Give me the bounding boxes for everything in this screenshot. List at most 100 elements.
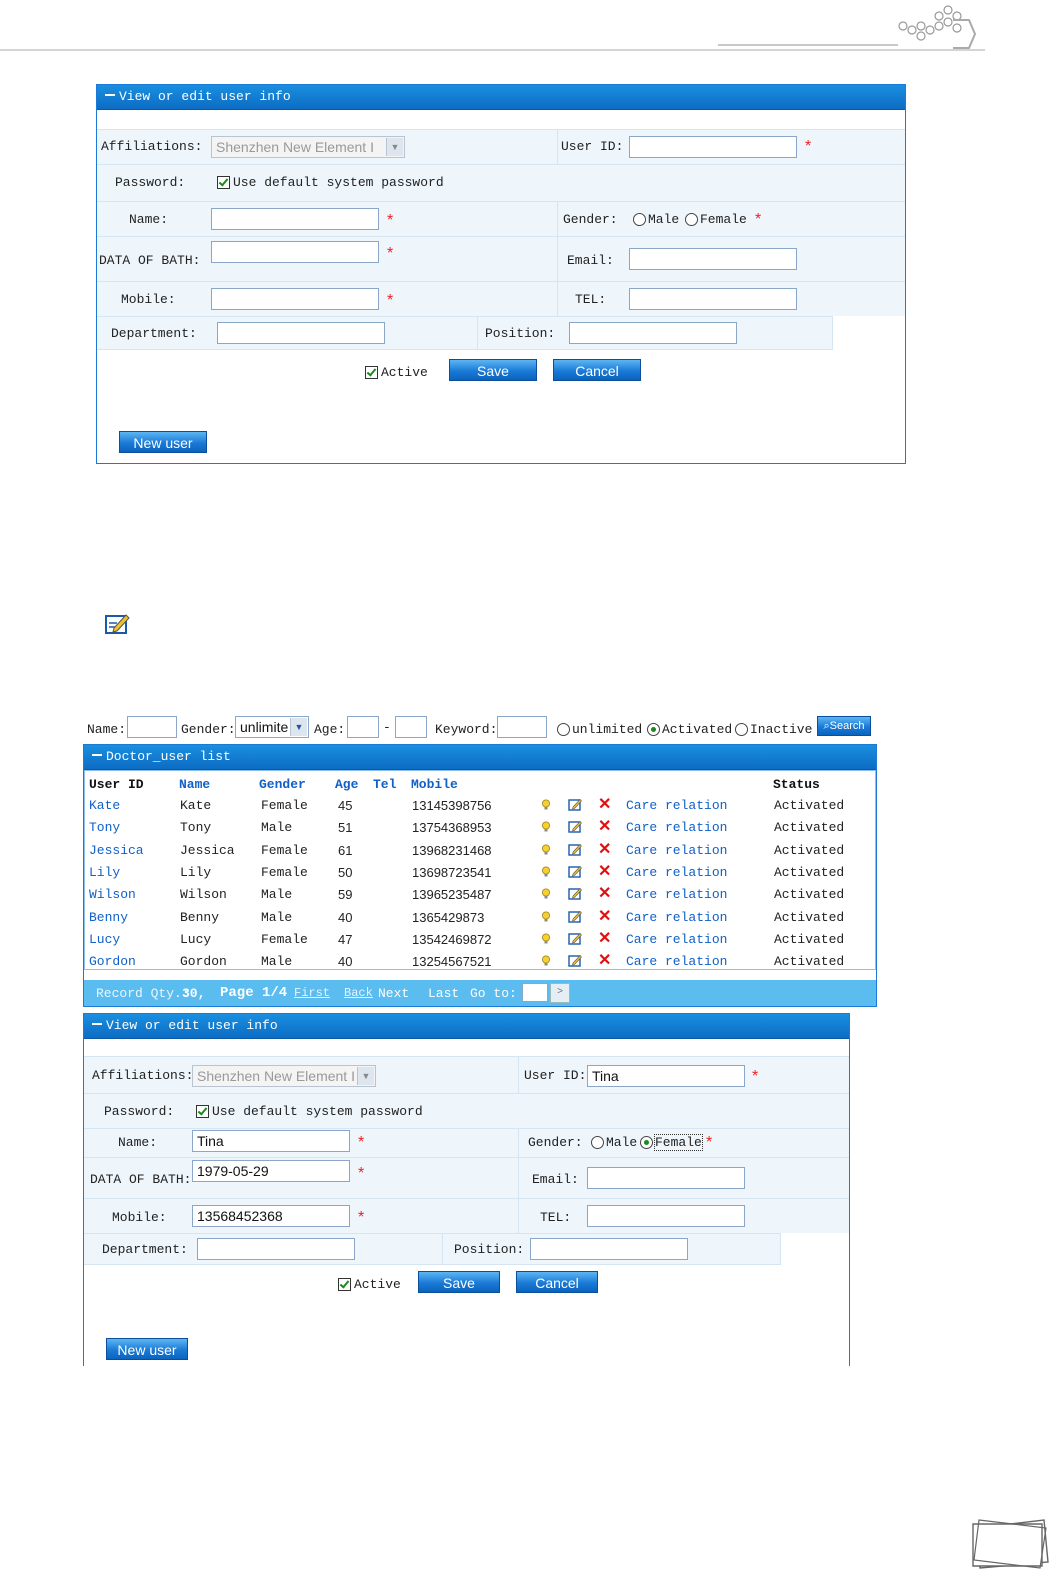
age-from-input[interactable]: [347, 716, 379, 738]
back-page-link[interactable]: Back: [344, 986, 373, 1000]
edit-icon[interactable]: [568, 932, 582, 945]
department-input[interactable]: [197, 1238, 355, 1260]
user-id-link[interactable]: Gordon: [89, 954, 136, 969]
save-button[interactable]: Save: [418, 1271, 500, 1293]
user-id-link[interactable]: Tony: [89, 820, 120, 835]
position-input[interactable]: [569, 322, 737, 344]
user-id-link[interactable]: Kate: [89, 798, 120, 813]
active-checkbox[interactable]: [365, 366, 378, 380]
search-button[interactable]: ⌕Search: [817, 716, 871, 736]
name-input[interactable]: [211, 208, 379, 230]
user-id-link[interactable]: Benny: [89, 910, 128, 925]
next-page-link[interactable]: Next: [378, 986, 409, 1001]
gender-female-option[interactable]: Female: [685, 212, 747, 227]
save-button[interactable]: Save: [449, 359, 537, 381]
default-password-checkbox[interactable]: [217, 176, 230, 190]
age-to-input[interactable]: [395, 716, 427, 738]
cancel-button[interactable]: Cancel: [553, 359, 641, 381]
user-id-link[interactable]: Jessica: [89, 843, 144, 858]
cancel-button[interactable]: Cancel: [516, 1271, 598, 1293]
user-id-link[interactable]: Wilson: [89, 887, 136, 902]
male-radio[interactable]: [591, 1136, 604, 1150]
view-bulb-icon[interactable]: [541, 844, 551, 855]
delete-icon[interactable]: ✕: [598, 863, 611, 879]
edit-icon[interactable]: [568, 910, 582, 923]
edit-icon[interactable]: [568, 820, 582, 833]
user-id-input[interactable]: Tina: [587, 1065, 745, 1087]
collapse-dash-icon[interactable]: [92, 753, 102, 756]
gender-male-option[interactable]: Male: [591, 1135, 637, 1150]
keyword-input[interactable]: [497, 716, 547, 738]
name-input[interactable]: Tina: [192, 1130, 350, 1152]
new-user-button[interactable]: New user: [119, 431, 207, 453]
col-gender[interactable]: Gender: [259, 777, 306, 792]
user-id-input[interactable]: [629, 136, 797, 158]
delete-icon[interactable]: ✕: [598, 841, 611, 857]
affiliations-select[interactable]: Shenzhen New Element I ▼: [192, 1065, 376, 1087]
female-radio[interactable]: [685, 213, 698, 227]
care-relation-link[interactable]: Care relation: [626, 932, 727, 947]
active-option[interactable]: Active: [338, 1277, 401, 1292]
delete-icon[interactable]: ✕: [598, 886, 611, 902]
tel-input[interactable]: [587, 1205, 745, 1227]
dob-input[interactable]: [211, 241, 379, 263]
department-input[interactable]: [217, 322, 385, 344]
filter-inactive-option[interactable]: Inactive: [735, 722, 812, 737]
edit-icon[interactable]: [568, 954, 582, 967]
col-mobile[interactable]: Mobile: [411, 777, 458, 792]
view-bulb-icon[interactable]: [541, 933, 551, 944]
care-relation-link[interactable]: Care relation: [626, 865, 727, 880]
delete-icon[interactable]: ✕: [598, 797, 611, 813]
collapse-dash-icon[interactable]: [92, 1022, 102, 1025]
active-checkbox[interactable]: [338, 1278, 351, 1292]
new-user-button[interactable]: New user: [106, 1338, 188, 1360]
collapse-dash-icon[interactable]: [105, 93, 115, 96]
default-password-checkbox[interactable]: [196, 1105, 209, 1119]
affiliations-select[interactable]: Shenzhen New Element I ▼: [211, 136, 405, 158]
position-input[interactable]: [530, 1238, 688, 1260]
filter-unlimited-option[interactable]: unlimited: [557, 722, 642, 737]
female-radio[interactable]: [640, 1136, 653, 1150]
go-button[interactable]: >: [550, 983, 570, 1003]
default-password-option[interactable]: Use default system password: [217, 175, 444, 190]
delete-icon[interactable]: ✕: [598, 930, 611, 946]
delete-icon[interactable]: ✕: [598, 819, 611, 835]
chevron-down-icon[interactable]: ▼: [290, 718, 307, 736]
filter-activated-option[interactable]: Activated: [647, 722, 732, 737]
male-radio[interactable]: [633, 213, 646, 227]
delete-icon[interactable]: ✕: [598, 953, 611, 969]
edit-icon[interactable]: [568, 798, 582, 811]
mobile-input[interactable]: [211, 288, 379, 310]
care-relation-link[interactable]: Care relation: [626, 843, 727, 858]
col-age[interactable]: Age: [335, 777, 358, 792]
active-option[interactable]: Active: [365, 365, 428, 380]
email-input[interactable]: [629, 248, 797, 270]
chevron-down-icon[interactable]: ▼: [386, 138, 403, 156]
view-bulb-icon[interactable]: [541, 911, 551, 922]
search-gender-select[interactable]: unlimite ▼: [235, 716, 309, 738]
gender-male-option[interactable]: Male: [633, 212, 679, 227]
user-id-link[interactable]: Lucy: [89, 932, 120, 947]
delete-icon[interactable]: ✕: [598, 908, 611, 924]
user-id-link[interactable]: Lily: [89, 865, 120, 880]
inactive-radio[interactable]: [735, 723, 748, 737]
first-page-link[interactable]: First: [294, 986, 330, 1000]
care-relation-link[interactable]: Care relation: [626, 798, 727, 813]
search-name-input[interactable]: [127, 716, 177, 738]
chevron-down-icon[interactable]: ▼: [357, 1067, 374, 1085]
activated-radio[interactable]: [647, 723, 660, 737]
unlimited-radio[interactable]: [557, 723, 570, 737]
col-tel[interactable]: Tel: [373, 777, 396, 792]
view-bulb-icon[interactable]: [541, 955, 551, 966]
care-relation-link[interactable]: Care relation: [626, 820, 727, 835]
email-input[interactable]: [587, 1167, 745, 1189]
view-bulb-icon[interactable]: [541, 866, 551, 877]
tel-input[interactable]: [629, 288, 797, 310]
edit-icon[interactable]: [568, 887, 582, 900]
care-relation-link[interactable]: Care relation: [626, 954, 727, 969]
care-relation-link[interactable]: Care relation: [626, 887, 727, 902]
gender-female-option[interactable]: Female: [640, 1134, 703, 1151]
mobile-input[interactable]: 13568452368: [192, 1205, 350, 1227]
view-bulb-icon[interactable]: [541, 888, 551, 899]
dob-input[interactable]: 1979-05-29: [192, 1160, 350, 1182]
